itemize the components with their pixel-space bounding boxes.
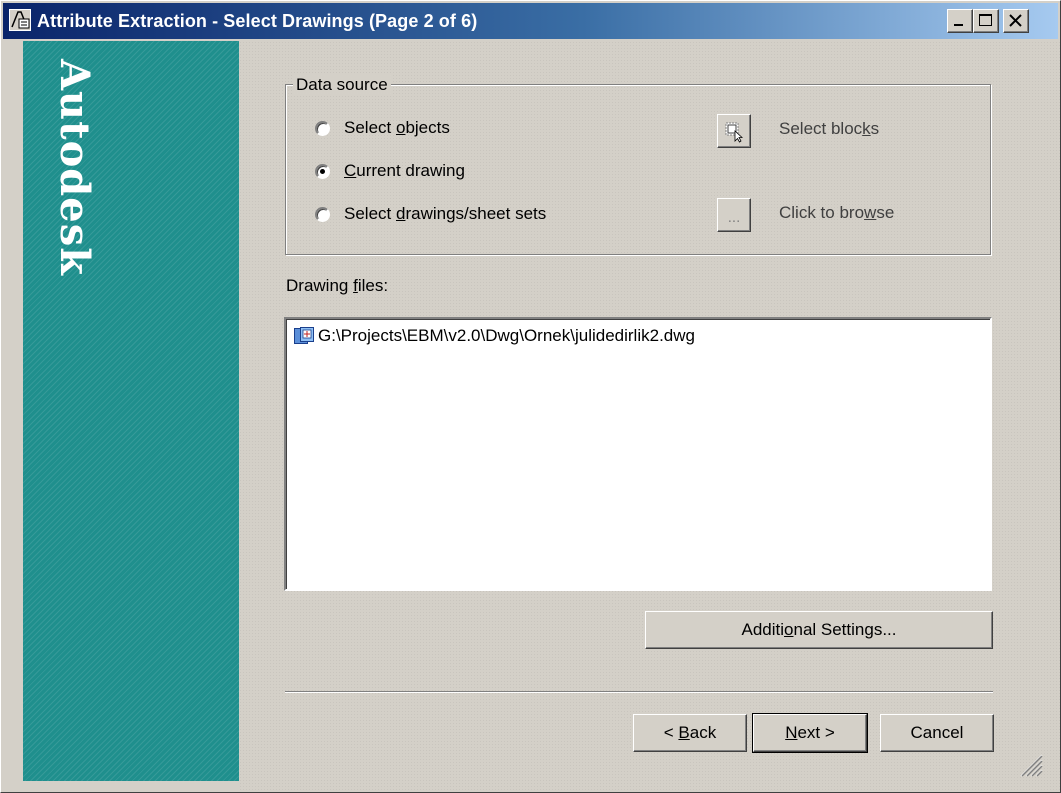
cancel-button[interactable]: Cancel [880,714,994,752]
separator [285,691,993,693]
app-icon [9,9,31,31]
autodesk-logo: Autodesk [51,59,98,276]
next-button-label: Next > [785,723,835,742]
back-button[interactable]: < Back [633,714,747,752]
window-title: Attribute Extraction - Select Drawings (… [37,11,478,31]
close-icon [1009,14,1022,27]
select-blocks-icon [725,122,744,143]
minimize-button[interactable] [947,9,973,33]
radio-current-drawing-circle[interactable] [315,163,330,179]
cancel-button-label: Cancel [910,723,964,742]
browse-label: Click to browse [779,203,895,222]
next-button[interactable]: Next > [752,713,868,753]
radio-select-drawings-circle[interactable] [315,206,330,222]
select-blocks-button[interactable] [717,114,751,148]
radio-select-objects-label: Select objects [344,118,450,137]
browse-button-label: ... [727,209,741,226]
additional-settings-button[interactable]: Additional Settings... [645,611,993,649]
maximize-icon [979,14,992,26]
dialog-window: Attribute Extraction - Select Drawings (… [0,0,1061,793]
radio-select-objects[interactable]: Select objects [315,116,450,140]
radio-current-drawing-label: Current drawing [344,161,465,180]
resize-grip-icon[interactable] [1015,749,1043,777]
browse-button[interactable]: ... [717,198,751,232]
list-item[interactable]: G:\Projects\EBM\v2.0\Dwg\Ornek\julidedir… [294,326,695,346]
maximize-button[interactable] [973,9,999,33]
dwg-file-icon [294,327,314,344]
additional-settings-label: Additional Settings... [741,620,897,639]
select-blocks-label: Select blocks [779,119,880,138]
drawing-files-label: Drawing files: [286,276,389,295]
minimize-icon [954,24,963,26]
close-button[interactable] [1003,9,1029,33]
radio-select-drawings-label: Select drawings/sheet sets [344,204,547,223]
radio-select-drawings[interactable]: Select drawings/sheet sets [315,202,546,226]
radio-select-objects-circle[interactable] [315,120,330,136]
title-bar[interactable]: Attribute Extraction - Select Drawings (… [3,3,1058,39]
file-path: G:\Projects\EBM\v2.0\Dwg\Ornek\julidedir… [318,326,695,345]
brand-panel: Autodesk [23,41,239,781]
data-source-legend: Data source [293,75,391,95]
radio-current-drawing[interactable]: Current drawing [315,159,465,183]
drawing-files-list[interactable]: G:\Projects\EBM\v2.0\Dwg\Ornek\julidedir… [284,317,992,591]
back-button-label: < Back [663,723,717,742]
